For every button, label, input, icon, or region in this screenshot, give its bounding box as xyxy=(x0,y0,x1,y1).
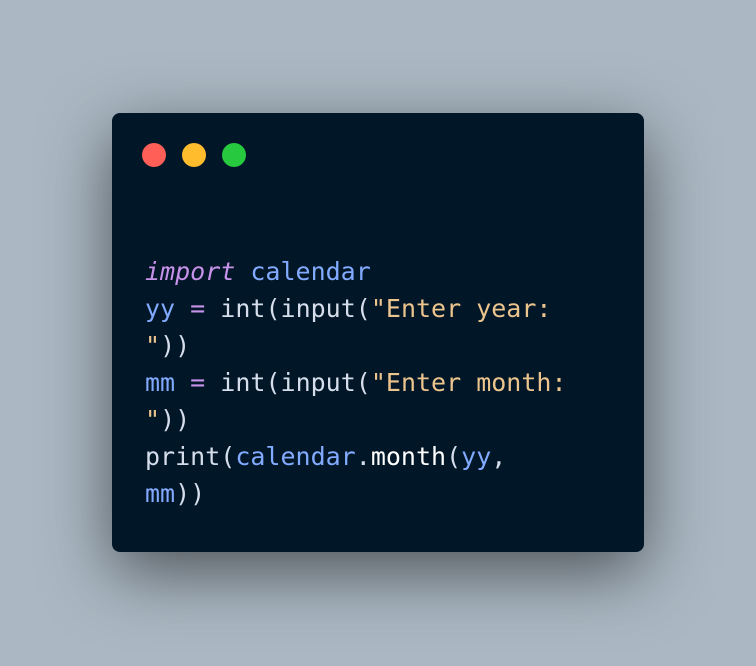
code-token: . xyxy=(355,442,371,471)
code-token: ( xyxy=(265,294,281,323)
code-token: = xyxy=(190,368,206,397)
code-token: ( xyxy=(355,294,371,323)
code-line: mm)) xyxy=(145,475,625,512)
code-line: ")) xyxy=(145,401,625,438)
code-token: input xyxy=(280,294,356,323)
maximize-dot-icon[interactable] xyxy=(222,143,246,167)
code-token: ( xyxy=(355,368,371,397)
code-token: = xyxy=(190,294,206,323)
code-token: "Enter year: xyxy=(370,294,552,323)
code-line: import calendar xyxy=(145,253,625,290)
code-token: print xyxy=(145,442,221,471)
code-token: ( xyxy=(265,368,281,397)
code-token: int xyxy=(220,294,266,323)
code-line: yy = int(input("Enter year: xyxy=(145,290,625,327)
code-token: "Enter month: xyxy=(370,368,567,397)
code-token: month xyxy=(370,442,447,471)
code-token: mm xyxy=(145,479,176,508)
close-dot-icon[interactable] xyxy=(142,143,166,167)
code-token: yy xyxy=(461,442,492,471)
code-window: import calendar yy = int(input("Enter yea… xyxy=(112,113,644,552)
code-line: ")) xyxy=(145,327,625,364)
code-token: calendar xyxy=(235,442,356,471)
code-token: " xyxy=(145,405,161,434)
code-token: mm xyxy=(145,368,176,397)
code-token: input xyxy=(280,368,356,397)
code-token: yy xyxy=(145,294,176,323)
code-token: )) xyxy=(160,331,191,360)
code-token: int xyxy=(220,368,266,397)
code-token: ( xyxy=(220,442,236,471)
code-token: )) xyxy=(175,479,206,508)
code-token: ( xyxy=(446,442,462,471)
minimize-dot-icon[interactable] xyxy=(182,143,206,167)
code-token: , xyxy=(491,442,507,471)
code-block: import calendar yy = int(input("Enter yea… xyxy=(145,253,625,512)
code-line: print(calendar.month(yy, xyxy=(145,438,625,475)
code-token: import xyxy=(145,257,236,286)
code-line: mm = int(input("Enter month: xyxy=(145,364,625,401)
code-token: calendar xyxy=(250,257,371,286)
code-token: )) xyxy=(160,405,191,434)
code-token: " xyxy=(145,331,161,360)
